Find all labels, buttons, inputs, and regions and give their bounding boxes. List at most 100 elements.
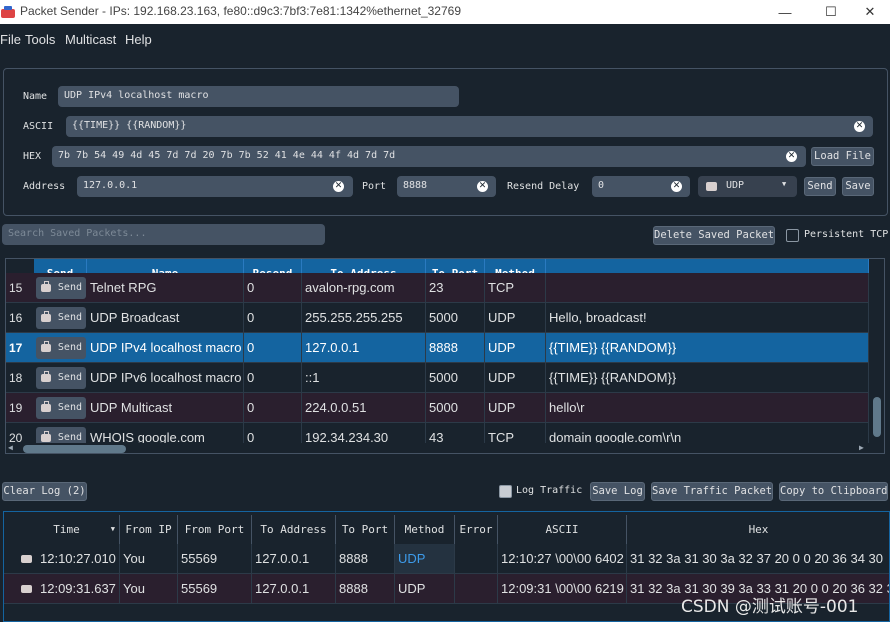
persistent-tcp-checkbox[interactable] <box>786 229 799 242</box>
cell-port: 5000 <box>426 363 485 393</box>
hex-input[interactable]: 7b 7b 54 49 4d 45 7d 7d 20 7b 7b 52 41 4… <box>52 146 806 167</box>
cell-to-port: 8888 <box>336 574 395 603</box>
clear-icon[interactable]: ✕ <box>854 121 865 132</box>
column-header-from-ip[interactable]: From IP <box>120 515 178 544</box>
cell-from-port: 55569 <box>178 544 252 573</box>
cell-name: Telnet RPG <box>87 273 244 303</box>
menu-tools[interactable]: Tools <box>25 32 55 47</box>
menu-multicast[interactable]: Multicast <box>65 32 116 47</box>
row-send-button[interactable]: Send <box>36 307 86 329</box>
ascii-label: ASCII <box>23 121 54 132</box>
row-send-button[interactable]: Send <box>36 397 86 419</box>
cell-name: UDP IPv6 localhost macro <box>87 363 244 393</box>
horizontal-scrollbar[interactable]: ◀ ▶ <box>6 443 871 453</box>
column-header-hex[interactable]: Hex <box>627 515 889 544</box>
copy-to-clipboard-button[interactable]: Copy to Clipboard <box>779 482 888 501</box>
menu-file[interactable]: File <box>0 32 21 47</box>
save-log-button[interactable]: Save Log <box>590 482 645 501</box>
column-header-time[interactable]: Time ▼ <box>14 515 120 544</box>
log-traffic-checkbox[interactable] <box>499 485 512 498</box>
scroll-left-icon[interactable]: ◀ <box>8 443 13 452</box>
cell-name: UDP Broadcast <box>87 303 244 333</box>
column-header-method[interactable]: Method <box>395 515 455 544</box>
cell-resend: 0 <box>244 273 302 303</box>
name-input[interactable]: UDP IPv4 localhost macro <box>58 86 459 107</box>
table-row[interactable]: 18 Send UDP IPv6 localhost macro 0::1 5000 UD… <box>6 363 869 393</box>
column-header-from-port[interactable]: From Port <box>178 515 252 544</box>
vertical-scrollbar[interactable] <box>871 259 884 443</box>
row-send-label: Send <box>57 312 82 323</box>
row-send-label: Send <box>57 432 82 443</box>
menu-help[interactable]: Help <box>125 32 152 47</box>
search-saved-packets-input[interactable]: Search Saved Packets... <box>2 224 325 245</box>
cell-to-address: 127.0.0.1 <box>252 544 336 573</box>
clear-icon[interactable]: ✕ <box>333 181 344 192</box>
sort-descending-icon: ▼ <box>110 525 115 533</box>
cell-name: UDP Multicast <box>87 393 244 423</box>
column-header-ascii[interactable]: ASCII <box>498 515 627 544</box>
cell-resend: 0 <box>244 393 302 423</box>
minimize-button[interactable]: — <box>762 0 808 24</box>
ascii-input[interactable]: {{TIME}} {{RANDOM}} <box>66 116 873 137</box>
save-traffic-packet-button[interactable]: Save Traffic Packet <box>651 482 773 501</box>
table-row[interactable]: 15 Send Telnet RPG 0 avalon-rpg.com 23 TCP <box>6 273 869 303</box>
packet-icon <box>41 281 51 292</box>
clear-log-button[interactable]: Clear Log (2) <box>2 482 87 501</box>
maximize-button[interactable]: ☐ <box>808 0 854 24</box>
cell-error <box>455 574 498 603</box>
row-send-button[interactable]: Send <box>36 367 86 389</box>
clear-icon[interactable]: ✕ <box>786 151 797 162</box>
vertical-scrollbar-thumb[interactable] <box>873 397 881 437</box>
address-input[interactable]: 127.0.0.1 <box>77 176 353 197</box>
cell-ascii: 12:10:27 \00\00 6402 <box>498 544 627 573</box>
cell-address: 255.255.255.255 <box>302 303 426 333</box>
row-number: 17 <box>9 341 23 355</box>
clear-icon[interactable]: ✕ <box>671 181 682 192</box>
cell-method: UDP <box>485 363 546 393</box>
save-button[interactable]: Save <box>842 177 874 196</box>
cell-port: 5000 <box>426 303 485 333</box>
table-row[interactable]: 12:10:27.010 You 55569 127.0.0.1 8888 UDP 12:1… <box>4 544 889 574</box>
cell-time: 12:09:31.637 <box>14 574 120 603</box>
table-row[interactable]: 17 Send UDP IPv4 localhost macro 0 127.0.0.1… <box>6 333 869 363</box>
scroll-right-icon[interactable]: ▶ <box>859 443 864 452</box>
cell-from-ip: You <box>120 544 178 573</box>
port-label: Port <box>362 181 387 192</box>
close-button[interactable]: ✕ <box>850 0 890 24</box>
clear-icon[interactable]: ✕ <box>477 181 488 192</box>
row-number: 15 <box>9 281 23 295</box>
menu-bar: File Tools Multicast Help <box>0 24 890 54</box>
delete-saved-packet-button[interactable]: Delete Saved Packet <box>653 226 775 245</box>
column-header-to-port[interactable]: To Port <box>336 515 395 544</box>
watermark: CSDN @测试账号-001 <box>681 597 859 617</box>
cell-ascii: {{TIME}} {{RANDOM}} <box>546 363 869 393</box>
cell-method: UDP <box>395 574 455 603</box>
send-button[interactable]: Send <box>804 177 836 196</box>
persistent-tcp-label: Persistent TCP <box>804 229 889 240</box>
table-row[interactable]: 16 Send UDP Broadcast 0 255.255.255.255 5000 U… <box>6 303 869 333</box>
column-header-error[interactable]: Error <box>455 515 498 544</box>
row-send-button[interactable]: Send <box>36 337 86 359</box>
dropdown-icon: ▼ <box>782 180 787 188</box>
row-send-label: Send <box>57 282 82 293</box>
load-file-button[interactable]: Load File <box>811 147 874 166</box>
cell-method: UDP <box>395 544 455 573</box>
row-number: 18 <box>9 371 23 385</box>
row-number: 19 <box>9 401 23 415</box>
hex-label: HEX <box>23 151 42 162</box>
table-row[interactable]: 19 Send UDP Multicast 0 224.0.0.51 5000 UDP hel… <box>6 393 869 423</box>
packet-form-panel: Name UDP IPv4 localhost macro ASCII {{TI… <box>3 68 888 216</box>
cell-ascii: 12:09:31 \00\00 6219 <box>498 574 627 603</box>
packet-icon <box>41 371 51 382</box>
cell-to-address: 127.0.0.1 <box>252 574 336 603</box>
cell-address: 127.0.0.1 <box>302 333 426 363</box>
packet-icon <box>41 311 51 322</box>
column-header-to-address[interactable]: To Address <box>252 515 336 544</box>
cell-time: 12:10:27.010 <box>14 544 120 573</box>
cell-resend: 0 <box>244 303 302 333</box>
row-send-label: Send <box>57 372 82 383</box>
horizontal-scrollbar-thumb[interactable] <box>23 445 126 453</box>
row-send-button[interactable]: Send <box>36 277 86 299</box>
cell-resend: 0 <box>244 333 302 363</box>
packet-icon <box>41 401 51 412</box>
